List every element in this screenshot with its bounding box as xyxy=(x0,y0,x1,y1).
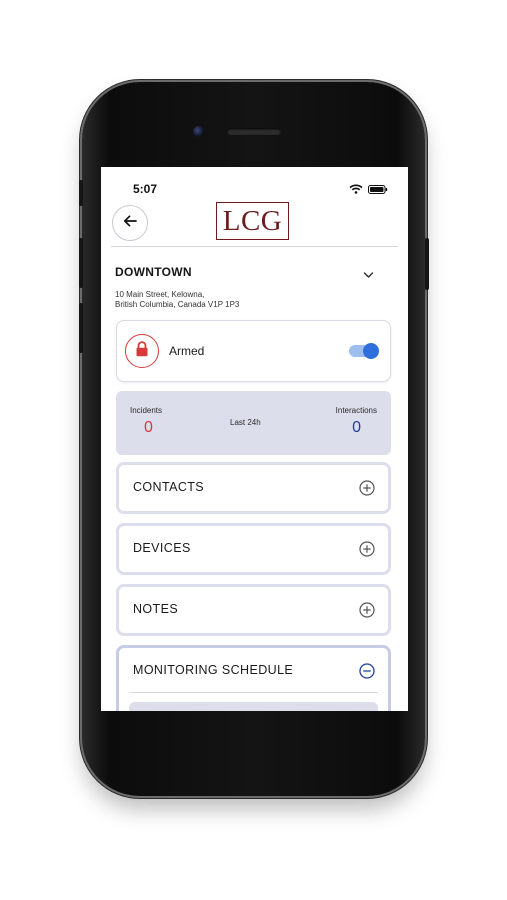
lock-icon-badge xyxy=(125,334,159,368)
incidents-label: Incidents xyxy=(130,406,163,415)
address-line-2: British Columbia, Canada V1P 1P3 xyxy=(115,300,240,309)
contacts-section[interactable]: CONTACTS xyxy=(116,462,391,514)
volume-up-button xyxy=(79,238,83,288)
status-icons xyxy=(349,181,388,199)
alarm-status-card: Armed xyxy=(116,320,391,382)
location-address: 10 Main Street, Kelowna, British Columbi… xyxy=(115,290,239,310)
chevron-down-icon[interactable] xyxy=(363,266,374,284)
toggle-knob xyxy=(363,343,379,359)
status-time: 5:07 xyxy=(133,182,158,196)
address-line-1: 10 Main Street, Kelowna, xyxy=(115,290,205,299)
interactions-label: Interactions xyxy=(335,406,377,415)
app-screen: 5:07 LCG DOWNTOWN 10 Main Street, Kelown… xyxy=(101,167,408,711)
plus-circle-icon[interactable] xyxy=(359,602,375,623)
battery-icon xyxy=(368,181,388,199)
schedule-panel xyxy=(129,702,378,711)
mute-switch xyxy=(79,180,83,206)
minus-circle-icon[interactable] xyxy=(359,663,375,684)
volume-down-button xyxy=(79,303,83,353)
location-name[interactable]: DOWNTOWN xyxy=(115,265,192,279)
alarm-status-label: Armed xyxy=(169,344,205,358)
back-button[interactable] xyxy=(112,205,148,241)
power-button xyxy=(425,238,429,290)
period-label: Last 24h xyxy=(230,418,261,427)
plus-circle-icon[interactable] xyxy=(359,480,375,501)
notes-section[interactable]: NOTES xyxy=(116,584,391,636)
monitoring-schedule-label: MONITORING SCHEDULE xyxy=(133,663,294,677)
contacts-label: CONTACTS xyxy=(133,480,205,494)
schedule-divider xyxy=(129,692,378,693)
interactions-count: 0 xyxy=(352,419,361,436)
lock-icon xyxy=(135,340,149,362)
activity-stats-card: Incidents 0 Last 24h Interactions 0 xyxy=(116,391,391,455)
front-camera xyxy=(193,126,204,137)
incidents-count: 0 xyxy=(144,419,153,436)
arm-toggle[interactable] xyxy=(349,343,379,359)
devices-label: DEVICES xyxy=(133,541,191,555)
header-divider xyxy=(111,246,398,247)
devices-section[interactable]: DEVICES xyxy=(116,523,391,575)
notes-label: NOTES xyxy=(133,602,179,616)
company-logo: LCG xyxy=(216,202,289,240)
monitoring-schedule-section[interactable]: MONITORING SCHEDULE xyxy=(116,645,391,711)
plus-circle-icon[interactable] xyxy=(359,541,375,562)
wifi-icon xyxy=(349,181,363,199)
arrow-left-icon xyxy=(123,214,137,232)
earpiece-speaker xyxy=(227,128,281,135)
